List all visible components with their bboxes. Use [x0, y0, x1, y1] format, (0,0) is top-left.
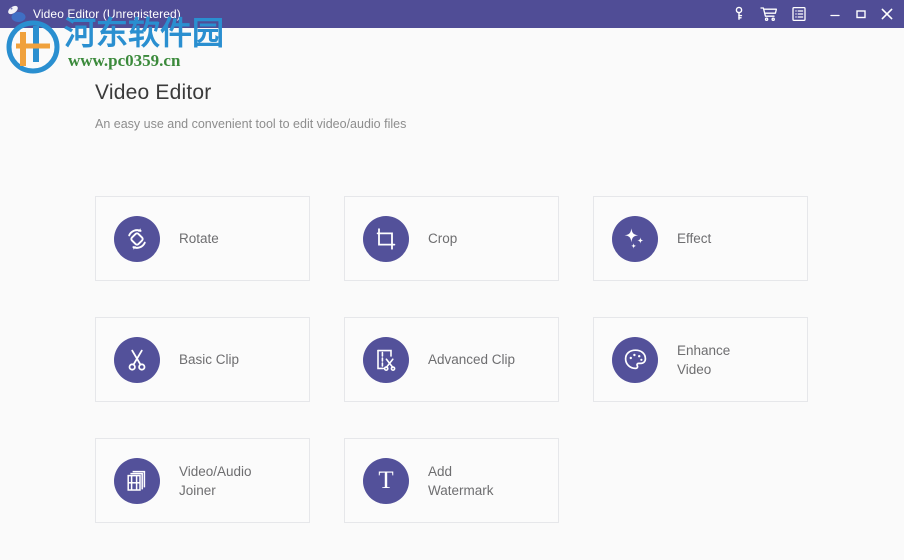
tool-label: Add Watermark	[428, 463, 494, 498]
stacked-frames-icon	[114, 457, 160, 504]
key-icon[interactable]	[724, 0, 754, 28]
titlebar-buttons	[724, 0, 900, 28]
tool-label: Effect	[677, 231, 712, 246]
window-title: Video Editor (Unregistered)	[33, 7, 181, 21]
menu-list-icon[interactable]	[784, 0, 814, 28]
tool-label: Video/Audio Joiner	[179, 463, 252, 498]
tool-label: Enhance Video	[677, 342, 731, 377]
tool-card-video-audio-joiner[interactable]: Video/Audio Joiner	[95, 438, 310, 523]
tool-card-enhance-video[interactable]: Enhance Video	[593, 317, 808, 402]
tool-label: Rotate	[179, 231, 219, 246]
cart-icon[interactable]	[754, 0, 784, 28]
minimize-button[interactable]	[822, 0, 848, 28]
tool-card-basic-clip[interactable]: Basic Clip	[95, 317, 310, 402]
page-subtitle: An easy use and convenient tool to edit …	[95, 117, 407, 131]
maximize-button[interactable]	[848, 0, 874, 28]
title-bar: Video Editor (Unregistered)	[0, 0, 904, 28]
text-t-glyph: T	[378, 467, 394, 494]
tool-label: Crop	[428, 231, 458, 246]
video-editor-app-icon	[5, 3, 27, 25]
page-header: Video Editor An easy use and convenient …	[95, 80, 406, 132]
titlebar-spacer	[814, 14, 822, 15]
crop-icon	[363, 215, 409, 262]
tool-grid: Rotate Crop Effect Basic Clip Advanced C…	[95, 196, 810, 523]
sparkle-icon	[612, 215, 658, 262]
scissors-icon	[114, 336, 160, 383]
watermark-logo-icon	[6, 20, 60, 74]
close-button[interactable]	[874, 0, 900, 28]
tool-card-advanced-clip[interactable]: Advanced Clip	[344, 317, 559, 402]
document-scissors-icon	[363, 336, 409, 383]
tool-card-rotate[interactable]: Rotate	[95, 196, 310, 281]
page-title: Video Editor	[95, 81, 212, 104]
palette-icon	[612, 336, 658, 383]
tool-card-effect[interactable]: Effect	[593, 196, 808, 281]
tool-label: Advanced Clip	[428, 352, 516, 367]
text-t-icon: T	[363, 457, 409, 504]
tool-label: Basic Clip	[179, 352, 240, 367]
rotate-icon	[114, 215, 160, 262]
tool-card-add-watermark[interactable]: T Add Watermark	[344, 438, 559, 523]
tool-card-crop[interactable]: Crop	[344, 196, 559, 281]
watermark-url-text: www.pc0359.cn	[68, 51, 181, 70]
